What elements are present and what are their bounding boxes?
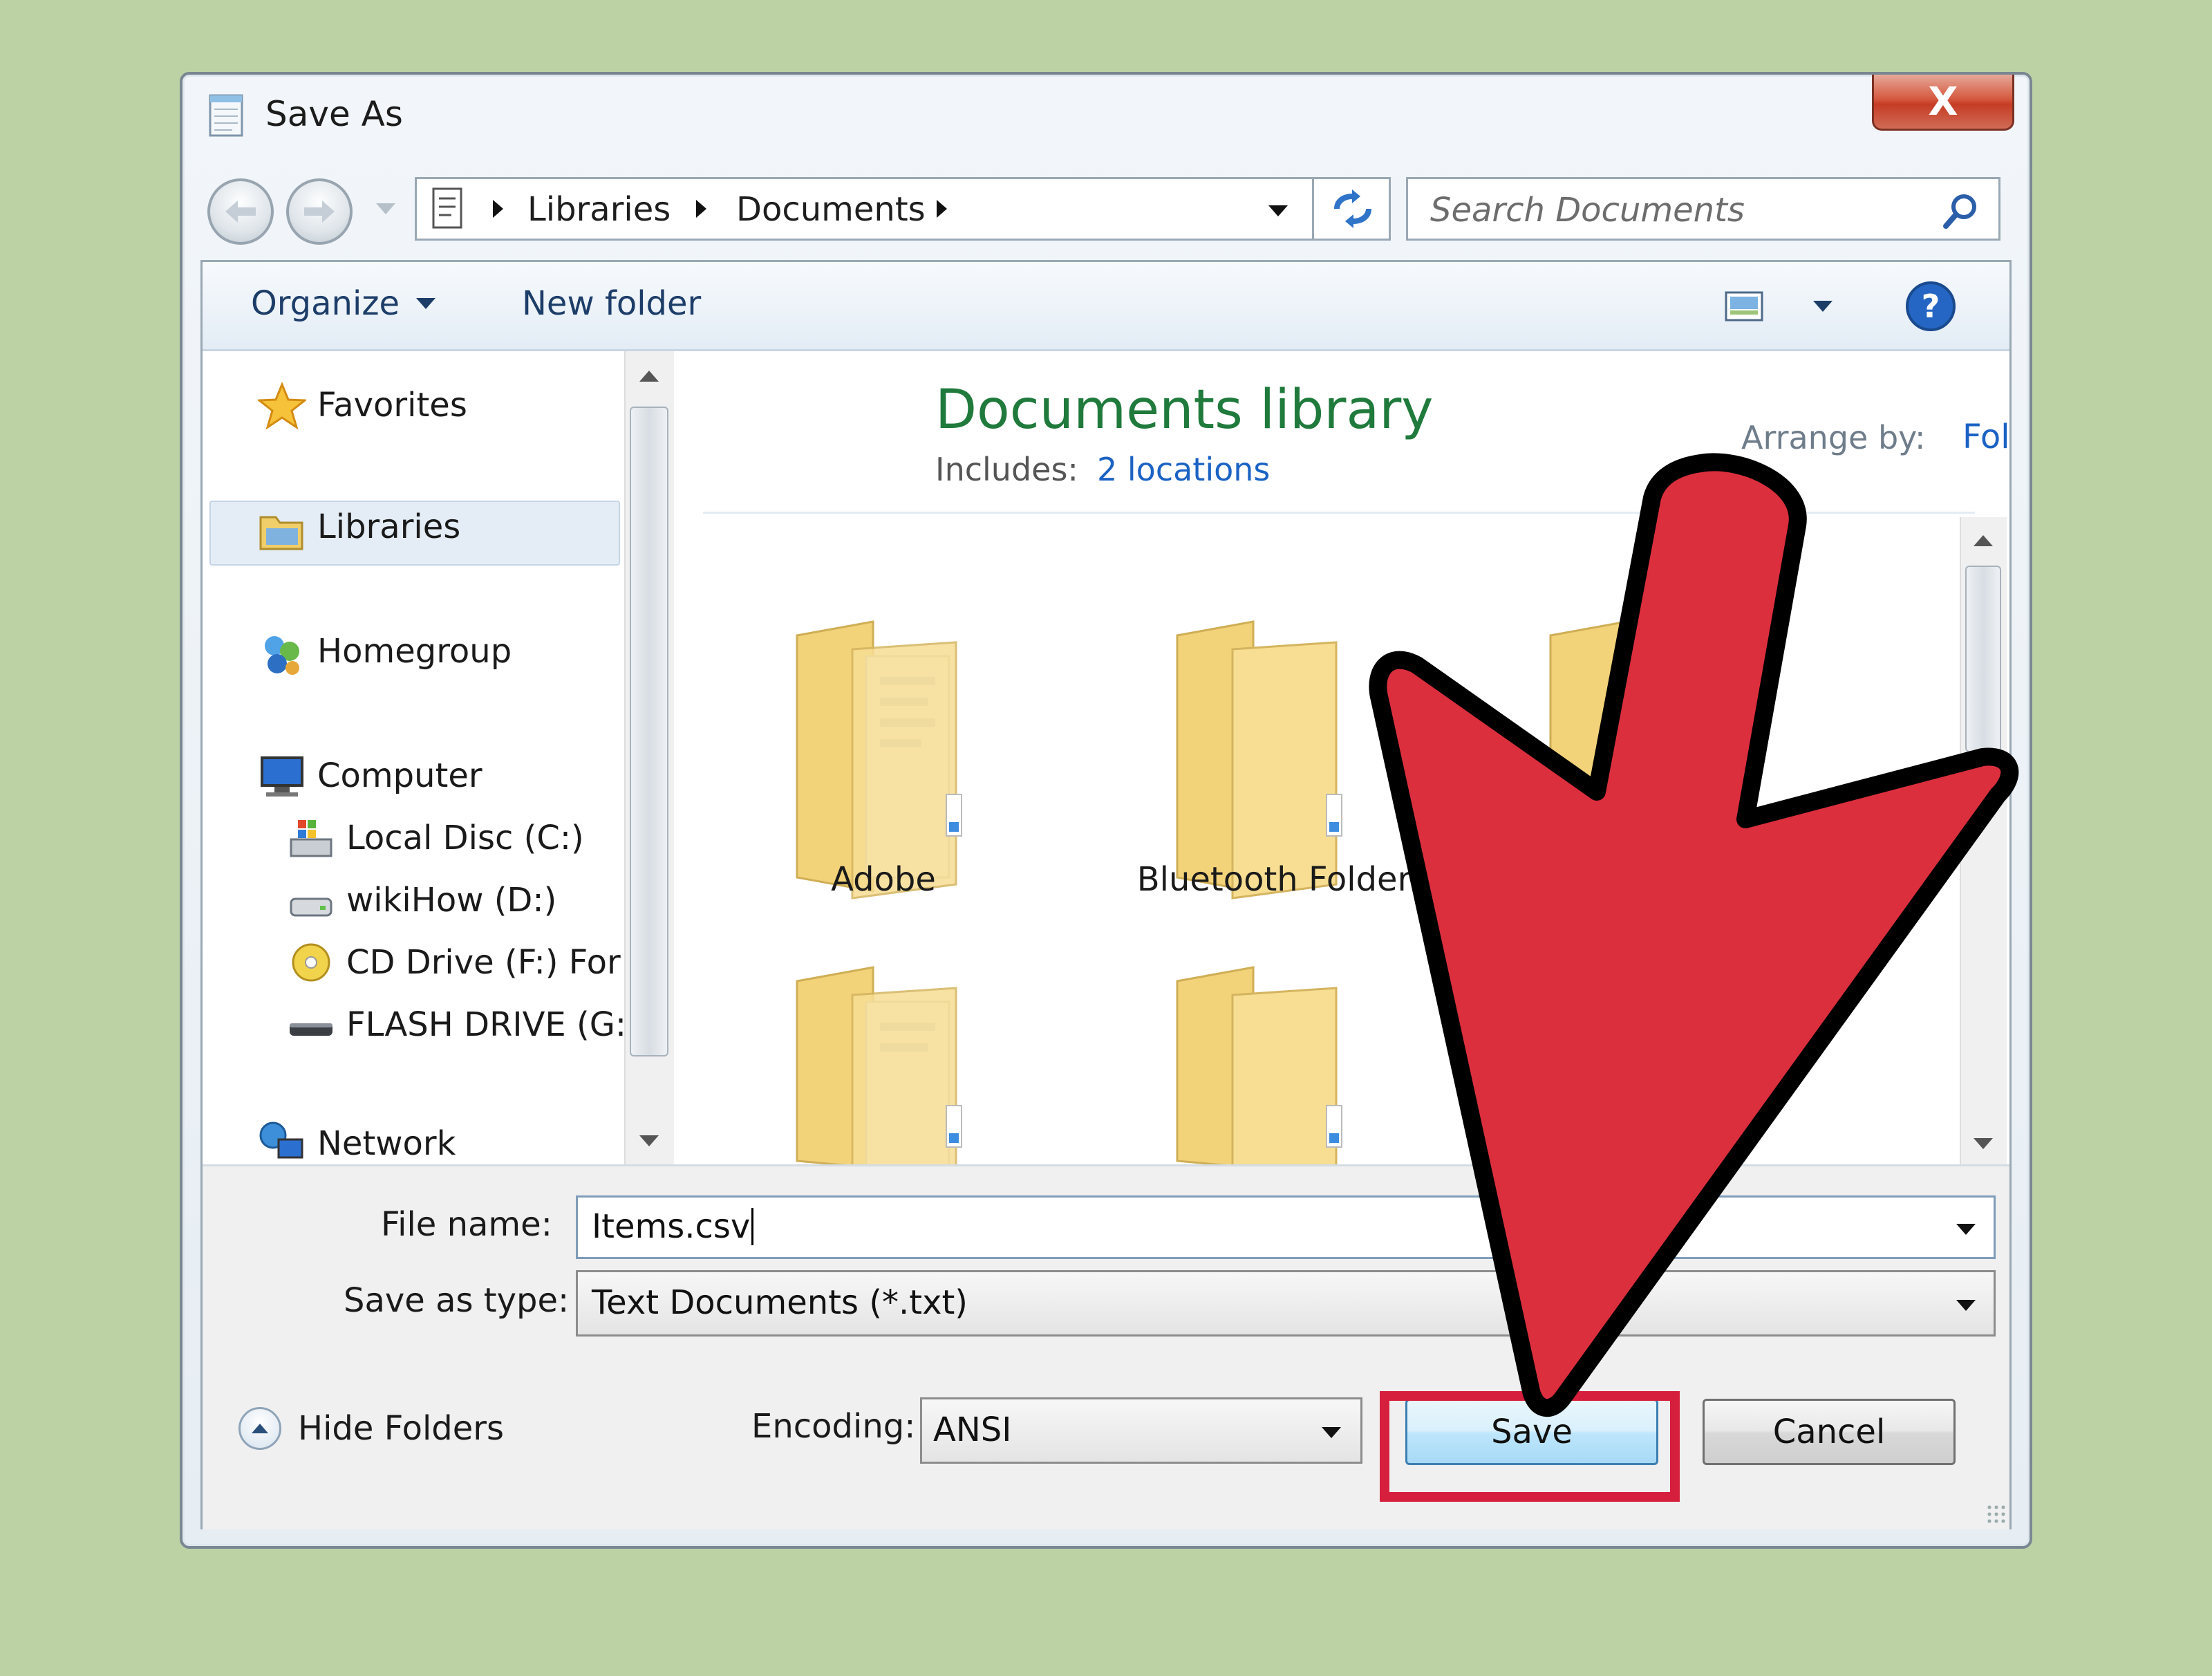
red-arrow-icon — [1369, 453, 2019, 1417]
red-arrow-annotation — [1369, 453, 2019, 1417]
